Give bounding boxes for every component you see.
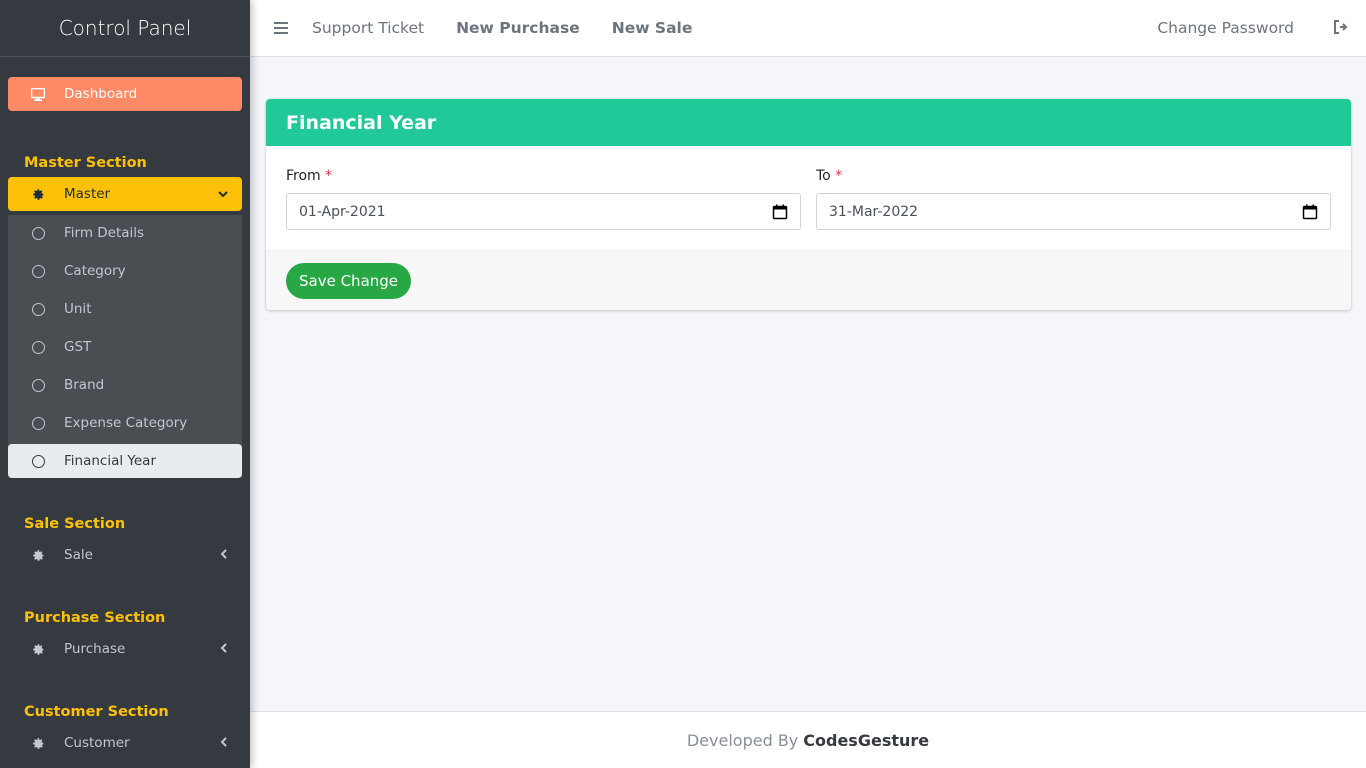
brand-title[interactable]: Control Panel xyxy=(0,0,250,57)
sidebar-item-label: Firm Details xyxy=(64,225,145,241)
footer-brand[interactable]: CodesGesture xyxy=(803,731,929,750)
sidebar-item-purchase[interactable]: Purchase xyxy=(8,632,242,666)
sidebar-item-category[interactable]: Category xyxy=(8,254,242,288)
section-header-sale: Sale Section xyxy=(24,516,126,532)
sidebar-item-customer[interactable]: Customer xyxy=(8,726,242,760)
desktop-icon xyxy=(30,86,46,102)
from-date-value: 01-Apr-2021 xyxy=(299,203,386,220)
chevron-left-icon xyxy=(220,736,228,750)
circle-icon xyxy=(30,415,46,431)
to-date-value: 31-Mar-2022 xyxy=(829,203,919,220)
sidebar-item-expense-category[interactable]: Expense Category xyxy=(8,406,242,440)
page-footer: Developed By CodesGesture xyxy=(250,711,1366,768)
master-submenu: Firm Details Category Unit GST Brand Exp… xyxy=(8,215,242,478)
save-change-button[interactable]: Save Change xyxy=(286,262,412,299)
circle-icon xyxy=(30,339,46,355)
sidebar-item-label: Master xyxy=(64,186,111,202)
top-navbar: Support Ticket New Purchase New Sale Cha… xyxy=(250,0,1366,57)
gear-icon xyxy=(30,735,46,751)
sidebar-item-label: Dashboard xyxy=(64,86,138,102)
top-right-actions: Change Password xyxy=(1157,19,1366,38)
new-sale-link[interactable]: New Sale xyxy=(612,19,693,37)
sidebar-item-label: Brand xyxy=(64,377,105,393)
calendar-icon[interactable] xyxy=(1302,204,1318,220)
sidebar-item-label: Customer xyxy=(64,735,130,751)
sidebar-item-dashboard[interactable]: Dashboard xyxy=(8,77,242,111)
circle-icon xyxy=(30,225,46,241)
chevron-left-icon xyxy=(220,642,228,656)
sidebar-item-label: Category xyxy=(64,263,126,279)
sidebar-item-label: Expense Category xyxy=(64,415,188,431)
logout-icon[interactable] xyxy=(1316,19,1366,38)
chevron-left-icon xyxy=(220,548,228,562)
new-purchase-link[interactable]: New Purchase xyxy=(456,19,580,37)
support-ticket-link[interactable]: Support Ticket xyxy=(312,19,424,37)
sidebar-item-sale[interactable]: Sale xyxy=(8,538,242,572)
to-label: To * xyxy=(816,168,843,184)
gear-icon xyxy=(30,186,46,202)
from-date-input[interactable]: 01-Apr-2021 xyxy=(286,193,801,230)
section-header-master: Master Section xyxy=(24,155,147,171)
calendar-icon[interactable] xyxy=(772,204,788,220)
to-field-group: To * 31-Mar-2022 xyxy=(816,168,1331,230)
sidebar-item-firm-details[interactable]: Firm Details xyxy=(8,216,242,250)
sidebar-nav: Dashboard Master Section Master Firm Det… xyxy=(0,57,250,760)
hamburger-icon[interactable] xyxy=(250,18,312,39)
sidebar-item-master[interactable]: Master xyxy=(8,177,242,211)
section-header-purchase: Purchase Section xyxy=(24,610,166,626)
to-date-input[interactable]: 31-Mar-2022 xyxy=(816,193,1331,230)
required-mark: * xyxy=(835,168,843,184)
section-header-customer: Customer Section xyxy=(24,704,169,720)
circle-icon xyxy=(30,377,46,393)
gear-icon xyxy=(30,641,46,657)
sidebar-item-label: Purchase xyxy=(64,641,126,657)
sidebar-item-label: GST xyxy=(64,339,92,355)
circle-icon xyxy=(30,301,46,317)
from-field-group: From * 01-Apr-2021 xyxy=(286,168,801,230)
sidebar: Control Panel Dashboard Master Section M… xyxy=(0,0,250,768)
circle-icon xyxy=(30,453,46,469)
required-mark: * xyxy=(325,168,333,184)
sidebar-item-label: Sale xyxy=(64,547,93,563)
main-content: Financial Year From * 01-Apr-2021 To * 3… xyxy=(266,99,1351,310)
from-label: From * xyxy=(286,168,333,184)
sidebar-item-label: Financial Year xyxy=(64,453,156,469)
card-title: Financial Year xyxy=(266,99,1351,146)
sidebar-item-unit[interactable]: Unit xyxy=(8,292,242,326)
gear-icon xyxy=(30,547,46,563)
financial-year-card: Financial Year From * 01-Apr-2021 To * 3… xyxy=(266,99,1351,310)
sidebar-item-financial-year[interactable]: Financial Year xyxy=(8,444,242,478)
footer-prefix: Developed By xyxy=(686,730,799,750)
card-footer: Save Change xyxy=(266,250,1351,310)
circle-icon xyxy=(30,263,46,279)
chevron-down-icon xyxy=(218,187,228,201)
sidebar-item-gst[interactable]: GST xyxy=(8,330,242,364)
change-password-link[interactable]: Change Password xyxy=(1157,19,1294,37)
sidebar-item-brand[interactable]: Brand xyxy=(8,368,242,402)
sidebar-item-label: Unit xyxy=(64,301,92,317)
card-body: From * 01-Apr-2021 To * 31-Mar-2022 xyxy=(266,146,1351,250)
